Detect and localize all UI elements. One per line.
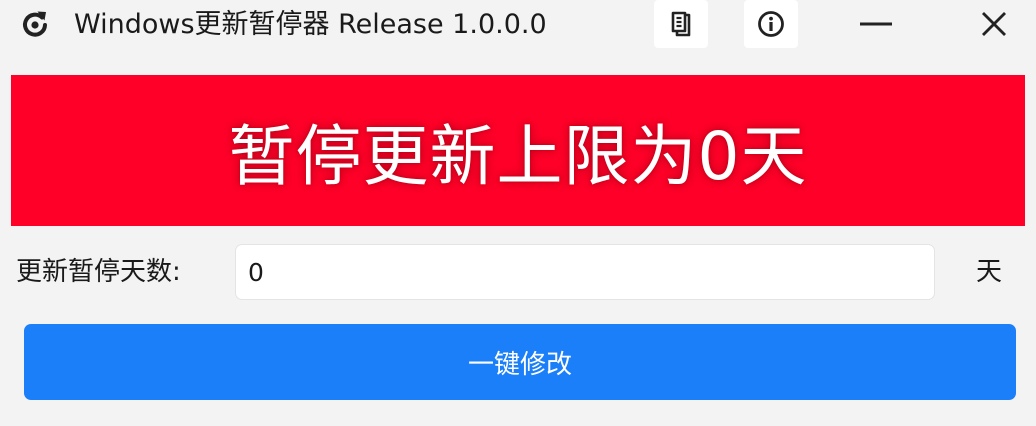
about-button[interactable] [744, 0, 798, 48]
days-unit-label: 天 [976, 257, 1003, 287]
close-icon [982, 12, 1006, 36]
pause-limit-banner: 暂停更新上限为0天 [11, 75, 1025, 226]
one-click-modify-button[interactable]: 一键修改 [24, 324, 1016, 400]
minimize-icon [860, 22, 892, 26]
document-icon [671, 11, 691, 37]
pause-days-label: 更新暂停天数: [16, 257, 181, 287]
title-bar[interactable]: Windows更新暂停器 Release 1.0.0.0 [0, 0, 1036, 50]
app-window: Windows更新暂停器 Release 1.0.0.0 暂停更新上限为0天 更… [0, 0, 1036, 426]
window-title: Windows更新暂停器 Release 1.0.0.0 [74, 9, 547, 40]
pause-days-input[interactable] [235, 244, 935, 300]
log-button[interactable] [654, 0, 708, 48]
refresh-icon [23, 11, 47, 37]
close-button[interactable] [964, 0, 1024, 48]
minimize-button[interactable] [846, 0, 906, 48]
banner-text: 暂停更新上限为0天 [228, 117, 808, 195]
info-icon [758, 11, 784, 37]
